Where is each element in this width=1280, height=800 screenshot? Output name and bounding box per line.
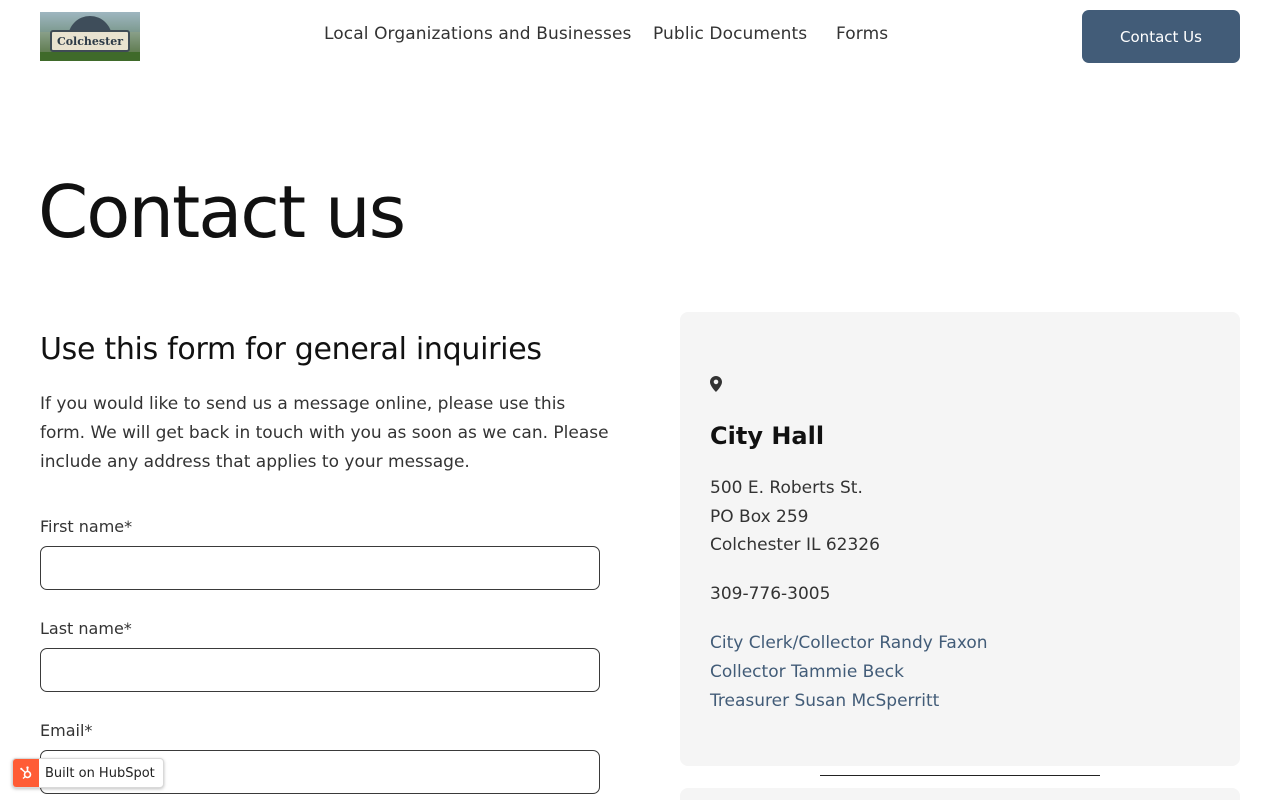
- staff-link-collector[interactable]: Collector Tammie Beck: [710, 662, 904, 682]
- logo-grass: [40, 52, 140, 61]
- contact-us-button[interactable]: Contact Us: [1082, 10, 1240, 63]
- first-name-label: First name*: [40, 517, 133, 536]
- staff-link-treasurer[interactable]: Treasurer Susan McSperritt: [710, 691, 939, 711]
- secondary-card: [680, 788, 1240, 800]
- hubspot-sprocket-icon: [13, 759, 39, 787]
- section-divider: [820, 775, 1100, 776]
- site-header: Colchester Local Organizations and Busin…: [0, 0, 1280, 74]
- last-name-label: Last name*: [40, 619, 132, 638]
- first-name-field[interactable]: [40, 546, 600, 590]
- card-title: City Hall: [710, 422, 825, 450]
- nav-link-local-organizations[interactable]: Local Organizations and Businesses: [324, 24, 631, 44]
- page-title: Contact us: [38, 170, 406, 254]
- hubspot-badge[interactable]: Built on HubSpot: [12, 758, 164, 788]
- email-label: Email*: [40, 721, 93, 740]
- nav-link-public-documents[interactable]: Public Documents: [653, 24, 807, 44]
- last-name-field[interactable]: [40, 648, 600, 692]
- form-heading: Use this form for general inquiries: [40, 332, 542, 367]
- address-line-2: PO Box 259: [710, 507, 809, 527]
- form-intro: If you would like to send us a message o…: [40, 394, 609, 472]
- city-hall-card: City Hall 500 E. Roberts St. PO Box 259 …: [680, 312, 1240, 766]
- address-line-1: 500 E. Roberts St.: [710, 478, 863, 498]
- hubspot-badge-label: Built on HubSpot: [45, 765, 155, 781]
- phone-number: 309-776-3005: [710, 584, 831, 604]
- address-line-3: Colchester IL 62326: [710, 535, 880, 555]
- nav-link-forms[interactable]: Forms: [836, 24, 888, 44]
- staff-link-clerk[interactable]: City Clerk/Collector Randy Faxon: [710, 633, 988, 653]
- map-pin-icon: [710, 376, 722, 392]
